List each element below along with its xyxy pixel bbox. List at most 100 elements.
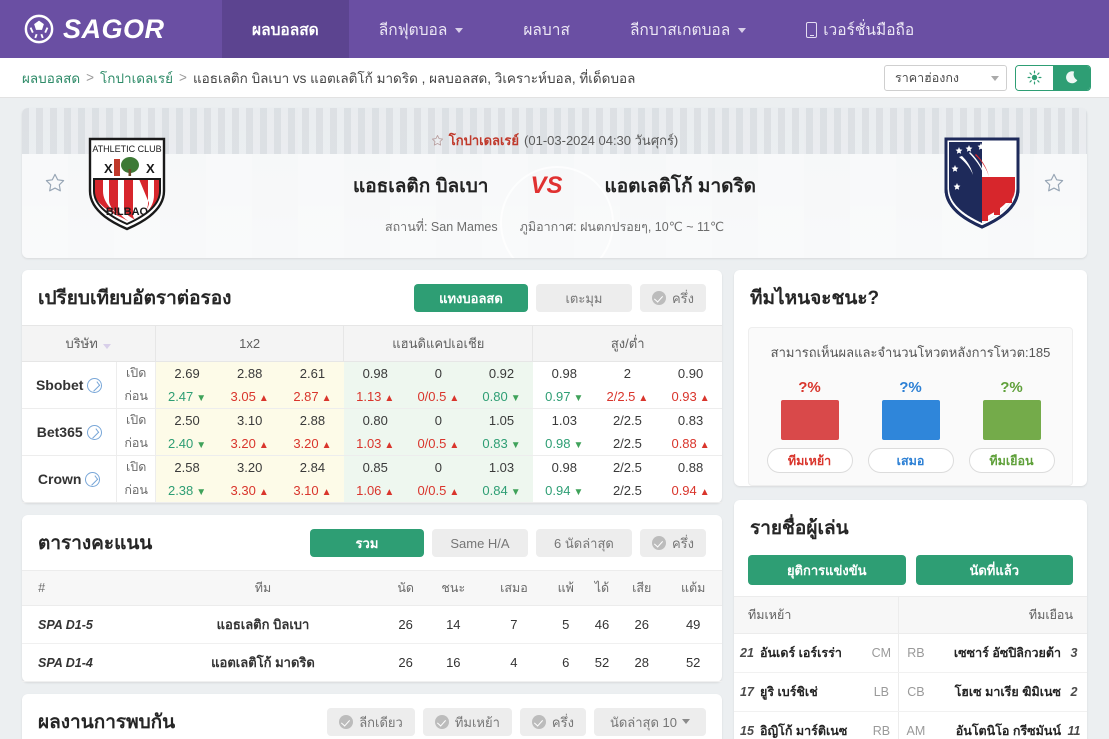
check-circle-icon — [651, 536, 666, 550]
away-player-name[interactable]: โฮเซ มาเรีย ฆิมิเนซ — [932, 672, 1061, 712]
favorite-star-icon-league[interactable] — [431, 134, 444, 147]
home-player-name[interactable]: อิญิโก้ มาร์ติเนซ — [760, 711, 865, 739]
odds-history-icon[interactable] — [85, 471, 101, 487]
arrow-up-icon: ▲ — [699, 487, 710, 498]
tab-standings-total[interactable]: รวม — [309, 529, 424, 557]
home-team-name[interactable]: แอธเลติก บิลเบา — [353, 171, 488, 201]
odds-table-row: Crown เปิด ก่อน 2.58 2.38 ▼ 3.20 3.30 ▲ 2.84 3.10 ▲… — [22, 455, 722, 503]
odds-open-value: 0.98 — [551, 366, 577, 381]
toggle-home-team[interactable]: ทีมเหย้า — [422, 708, 512, 736]
odds-col-company-label: บริษัท — [65, 336, 98, 351]
standings-table-row[interactable]: SPA D1-4 แอตเลติโก้ มาดริด 26 16 4 6 52 28 52 — [22, 643, 722, 682]
atletico-madrid-crest — [944, 137, 1020, 229]
nav-item-basketball-leagues[interactable]: ลีกบาสเกตบอล — [600, 0, 776, 58]
nav-item-football-leagues[interactable]: ลีกฟุตบอล — [349, 0, 494, 58]
odds-open-value: 0.80 — [362, 413, 388, 428]
breadcrumb-bar: ผลบอลสด > โกปาเดลเรย์ > แอธเลติก บิลเบา … — [0, 58, 1109, 98]
poll-note: สามารถเห็นผลและจำนวนโหวตหลังการโหวต:185 — [770, 345, 1051, 360]
odds-value-cell: 2.61 2.87 ▲ — [281, 361, 344, 409]
check-circle-icon — [434, 715, 449, 729]
toggle-same-league[interactable]: ลีกเดียว — [327, 708, 415, 736]
odds-open-value: 2.58 — [174, 460, 200, 475]
odds-prev-value: 0.94 ▲ — [671, 483, 710, 498]
odds-format-select[interactable]: ราคาฮ่องกง — [884, 64, 1007, 91]
tab-label: 6 นัดล่าสุด — [554, 535, 614, 551]
button-match-ended[interactable]: ยุติการแข่งขัน — [748, 555, 906, 585]
standings-goals-against: 28 — [619, 643, 665, 682]
select-last-matches-count[interactable]: นัดล่าสุด 10 — [593, 708, 706, 736]
toggle-h2h-half[interactable]: ครึ่ง — [519, 708, 586, 736]
weather-label: ภูมิอากาศ: ฝนตกปรอยๆ, 10℃ ~ 11℃ — [519, 219, 724, 234]
standings-card-header: ตารางคะแนน รวม Same H/A 6 นัดล่าสุด ครึ่… — [22, 515, 722, 570]
favorite-star-icon-home[interactable] — [44, 172, 66, 194]
theme-dark-button[interactable] — [1053, 65, 1090, 90]
nav-item-mobile-version[interactable]: เวอร์ชั่นมือถือ — [776, 0, 944, 58]
odds-value-cell: 0.98 0.97 ▼ — [532, 361, 596, 409]
tab-corners[interactable]: เตะมุม — [535, 284, 632, 312]
odds-history-icon[interactable] — [86, 424, 102, 440]
toggle-label: ครึ่ง — [671, 535, 694, 551]
button-label: นัดที่แล้ว — [969, 562, 1020, 578]
bookmaker-cell[interactable]: Sbobet — [22, 361, 118, 409]
breadcrumb-item-copa-del-rey[interactable]: โกปาเดลเรย์ — [100, 67, 173, 89]
odds-label-prev: ก่อน — [124, 389, 148, 403]
tab-label: แทงบอลสด — [439, 290, 503, 306]
theme-light-button[interactable] — [1016, 65, 1053, 90]
bookmaker-name: Crown — [37, 471, 82, 487]
poll-vote-button[interactable]: เสมอ — [867, 448, 954, 473]
away-player-name[interactable]: อันโตนิโอ กรีซมันน์ — [932, 711, 1061, 739]
bookmaker-cell[interactable]: Bet365 — [22, 408, 118, 456]
poll-vote-button[interactable]: ทีมเยือน — [968, 448, 1055, 473]
odds-value-cell: 2/2.5 2/2.5 — [595, 455, 660, 503]
odds-prev-value: 2.38 ▼ — [167, 483, 207, 498]
standings-lost: 6 — [546, 643, 585, 682]
poll-option: ?% ทีมเยือน — [968, 379, 1055, 473]
home-player-name[interactable]: อันเดร์ เอร์เรร่า — [760, 633, 865, 673]
button-previous-match[interactable]: นัดที่แล้ว — [915, 555, 1073, 585]
odds-open-value: 0.83 — [677, 413, 704, 428]
away-player-name[interactable]: เซซาร์ อัซปิลิกวยต้า — [932, 633, 1061, 673]
brand-logo-link[interactable]: SAGOR — [0, 0, 222, 58]
head-to-head-card: ผลงานการพบกัน ลีกเดียว ทีมเหย้า ครึ่ง นั… — [22, 694, 722, 739]
standings-points: 49 — [664, 605, 722, 644]
odds-value-cell: 2.69 2.47 ▼ — [155, 361, 219, 409]
tab-standings-last-6[interactable]: 6 นัดล่าสุด — [535, 529, 632, 557]
arrow-up-icon: ▲ — [384, 393, 395, 404]
standings-col-header: เสมอ — [481, 570, 547, 606]
tab-label: Same H/A — [450, 535, 510, 551]
odds-history-icon[interactable] — [87, 377, 103, 393]
players-table-body: 21 อันเดร์ เอร์เรร่า CM RB เซซาร์ อัซปิลิกวย… — [734, 633, 1087, 739]
odds-open-value: 1.05 — [488, 413, 515, 428]
bookmaker-cell[interactable]: Crown — [22, 455, 118, 503]
toggle-half-time-odds[interactable]: ครึ่ง — [639, 284, 706, 312]
odds-value-cell: 1.03 0.84 ▼ — [470, 455, 533, 503]
tab-standings-same-ha[interactable]: Same H/A — [431, 529, 528, 557]
venue-label: สถานที่: San Mames — [384, 219, 498, 234]
standings-col-header: # — [22, 570, 140, 606]
match-datetime: (01-03-2024 04:30 วันศุกร์) — [524, 132, 679, 148]
standings-team-name: แอตเลติโก้ มาดริด — [140, 643, 386, 682]
odds-value-cell: 0.92 0.80 ▼ — [470, 361, 533, 409]
standings-table-row[interactable]: SPA D1-5 แอธเลติก บิลเบา 26 14 7 5 46 26 49 — [22, 605, 722, 644]
bookmaker-name: Bet365 — [36, 424, 83, 440]
bookmaker-name: Sbobet — [35, 377, 84, 393]
odds-prev-value: 0.98 ▼ — [545, 436, 584, 451]
odds-col-company[interactable]: บริษัท — [22, 325, 156, 362]
away-team-name[interactable]: แอตเลติโก้ มาดริด — [604, 171, 756, 201]
tab-live-betting[interactable]: แทงบอลสด — [413, 284, 528, 312]
nav-item-live-scores[interactable]: ผลบอลสด — [222, 0, 349, 58]
toggle-standings-half[interactable]: ครึ่ง — [639, 529, 706, 557]
breadcrumb-item-live-scores[interactable]: ผลบอลสด — [22, 67, 80, 89]
toggle-label: ทีมเหย้า — [454, 714, 500, 730]
theme-toggle[interactable] — [1015, 64, 1091, 91]
home-player-name[interactable]: ยูริ เบร์ชิเช่ — [760, 672, 865, 712]
arrow-down-icon: ▼ — [573, 393, 584, 404]
poll-bar — [780, 400, 839, 440]
poll-vote-button[interactable]: ทีมเหย้า — [766, 448, 853, 473]
svg-text:BILBAO: BILBAO — [106, 206, 149, 218]
breadcrumb-separator: > — [179, 70, 187, 85]
favorite-star-icon-away[interactable] — [1043, 172, 1065, 194]
nav-item-basketball-scores[interactable]: ผลบาส — [493, 0, 600, 58]
league-name[interactable]: โกปาเดลเรย์ — [449, 130, 519, 151]
nav-item-label: ลีกบาสเกตบอล — [629, 21, 731, 39]
